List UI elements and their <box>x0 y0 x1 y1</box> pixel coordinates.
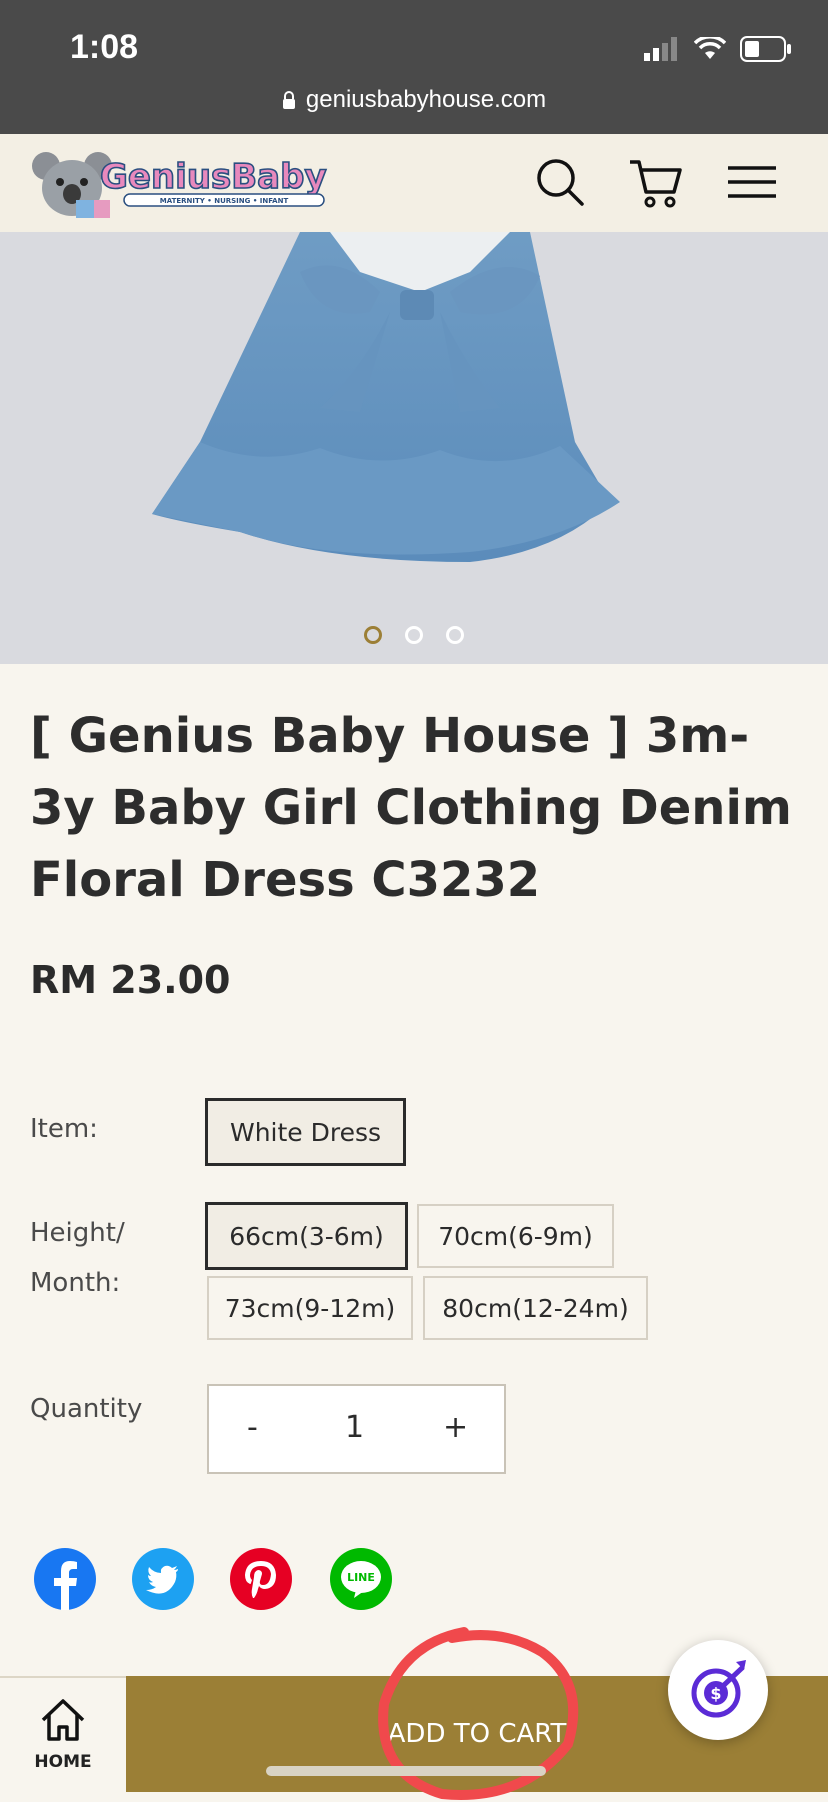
facebook-share-button[interactable] <box>34 1548 96 1610</box>
gallery-dot[interactable] <box>405 626 423 644</box>
home-icon <box>41 1699 85 1741</box>
menu-button[interactable] <box>722 152 782 212</box>
home-button[interactable]: HOME <box>0 1676 126 1792</box>
status-icons <box>644 36 792 62</box>
search-button[interactable] <box>530 152 590 212</box>
cart-icon <box>630 160 682 208</box>
hamburger-menu-icon <box>728 166 776 198</box>
lock-icon <box>282 91 295 109</box>
gallery-dots <box>0 626 828 648</box>
quantity-stepper: - 1 + <box>207 1384 506 1474</box>
quantity-decrease-button[interactable]: - <box>247 1410 258 1445</box>
height-label-line2: Month: <box>30 1268 121 1298</box>
height-option[interactable]: 66cm(3-6m) <box>205 1202 408 1270</box>
home-indicator <box>266 1766 546 1776</box>
twitter-share-button[interactable] <box>132 1548 194 1610</box>
item-option-white-dress[interactable]: White Dress <box>205 1098 406 1166</box>
status-bar: 1:08 geniusbabyhouse.com <box>0 0 828 134</box>
height-option[interactable]: 70cm(6-9m) <box>417 1204 614 1268</box>
product-price: RM 23.00 <box>30 958 231 1002</box>
quantity-label: Quantity <box>30 1394 143 1424</box>
home-label: HOME <box>34 1752 92 1772</box>
line-share-button[interactable]: LINE <box>330 1548 392 1610</box>
signal-icon <box>644 37 677 61</box>
site-header: GeniusBaby MATERNITY • NURSING • INFANT <box>0 134 828 234</box>
height-label-line1: Height/ <box>30 1218 125 1248</box>
target-dollar-icon: $ <box>691 1660 746 1718</box>
line-icon: LINE <box>341 1561 381 1598</box>
height-option[interactable]: 73cm(9-12m) <box>207 1276 413 1340</box>
status-time: 1:08 <box>70 28 139 66</box>
wifi-icon <box>694 37 726 59</box>
pinterest-share-button[interactable] <box>230 1548 292 1610</box>
url-bar[interactable]: geniusbabyhouse.com <box>0 86 828 114</box>
svg-text:GeniusBaby: GeniusBaby <box>100 157 327 197</box>
battery-icon <box>740 36 791 62</box>
product-image[interactable] <box>0 232 828 664</box>
quantity-increase-button[interactable]: + <box>443 1410 468 1445</box>
floating-action-button[interactable]: $ <box>668 1640 768 1740</box>
site-logo[interactable]: GeniusBaby MATERNITY • NURSING • INFANT <box>28 144 334 224</box>
quantity-value[interactable]: 1 <box>345 1410 364 1445</box>
cart-button[interactable] <box>626 152 686 212</box>
facebook-icon <box>54 1561 77 1610</box>
product-title: [ Genius Baby House ] 3m-3y Baby Girl Cl… <box>30 708 792 908</box>
svg-text:MATERNITY • NURSING • INFANT: MATERNITY • NURSING • INFANT <box>160 197 289 205</box>
gallery-dot[interactable] <box>446 626 465 644</box>
pinterest-icon <box>245 1561 276 1598</box>
height-option[interactable]: 80cm(12-24m) <box>423 1276 648 1340</box>
gallery-dot[interactable] <box>363 626 382 644</box>
url-text: geniusbabyhouse.com <box>305 86 547 113</box>
svg-text:$: $ <box>710 1684 721 1703</box>
search-icon <box>537 159 584 206</box>
twitter-icon <box>146 1565 178 1594</box>
item-label: Item: <box>30 1114 98 1144</box>
svg-text:LINE: LINE <box>347 1571 375 1584</box>
